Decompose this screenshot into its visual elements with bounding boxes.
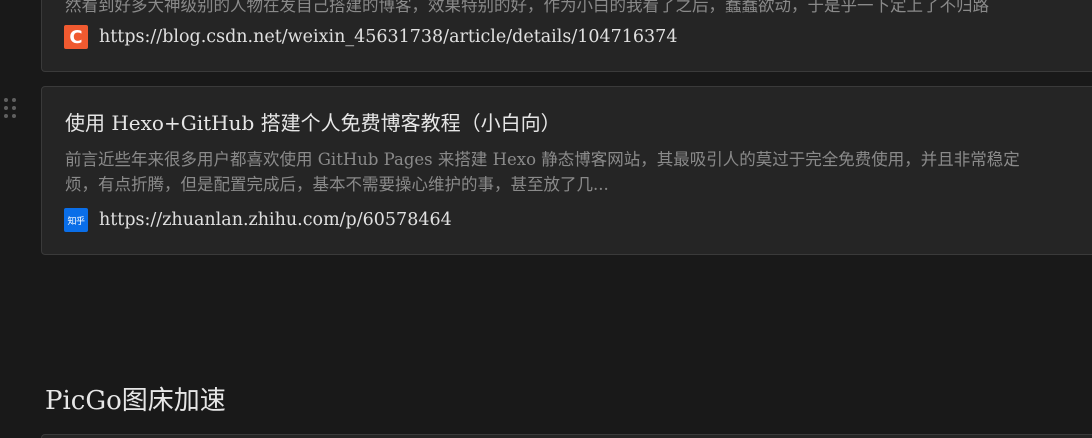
drag-dot [4,98,8,102]
zhihu-icon: 知乎 [64,208,88,232]
bookmark-description: 然看到好多大神级别的人物在发自己搭建的博客，效果特别的好，作为小白的我看了之后，… [65,0,1092,18]
bookmark-link[interactable]: C https://blog.csdn.net/weixin_45631738/… [64,25,677,49]
drag-dot [12,106,16,110]
drag-dot [4,106,8,110]
bookmark-title: 使用 Hexo+GitHub 搭建个人免费博客教程（小白向） [65,111,561,135]
bookmark-card[interactable]: 然看到好多大神级别的人物在发自己搭建的博客，效果特别的好，作为小白的我看了之后，… [41,0,1092,72]
page: 然看到好多大神级别的人物在发自己搭建的博客，效果特别的好，作为小白的我看了之后，… [0,0,1092,438]
bookmark-url[interactable]: https://zhuanlan.zhihu.com/p/60578464 [99,210,452,230]
bookmark-card[interactable]: 使用 Hexo+GitHub 搭建个人免费博客教程（小白向） 前言近些年来很多用… [41,86,1092,255]
bookmark-url[interactable]: https://blog.csdn.net/weixin_45631738/ar… [99,27,677,47]
bookmark-description: 前言近些年来很多用户都喜欢使用 GitHub Pages 来搭建 Hexo 静态… [65,147,1092,197]
section-heading[interactable]: PicGo图床加速 [45,380,226,417]
drag-dot [4,114,8,118]
drag-handle-icon[interactable] [4,98,18,122]
bookmark-description-line: 烦，有点折腾，但是配置完成后，基本不需要操心维护的事，甚至放了几... [65,175,609,194]
bookmark-description-line: 前言近些年来很多用户都喜欢使用 GitHub Pages 来搭建 Hexo 静态… [65,150,1020,169]
bookmark-card[interactable] [41,434,1092,438]
drag-dot [12,98,16,102]
drag-dot [12,114,16,118]
bookmark-description-line: 然看到好多大神级别的人物在发自己搭建的博客，效果特别的好，作为小白的我看了之后，… [65,0,989,15]
bookmark-link[interactable]: 知乎 https://zhuanlan.zhihu.com/p/60578464 [64,208,452,232]
csdn-icon: C [64,25,88,49]
